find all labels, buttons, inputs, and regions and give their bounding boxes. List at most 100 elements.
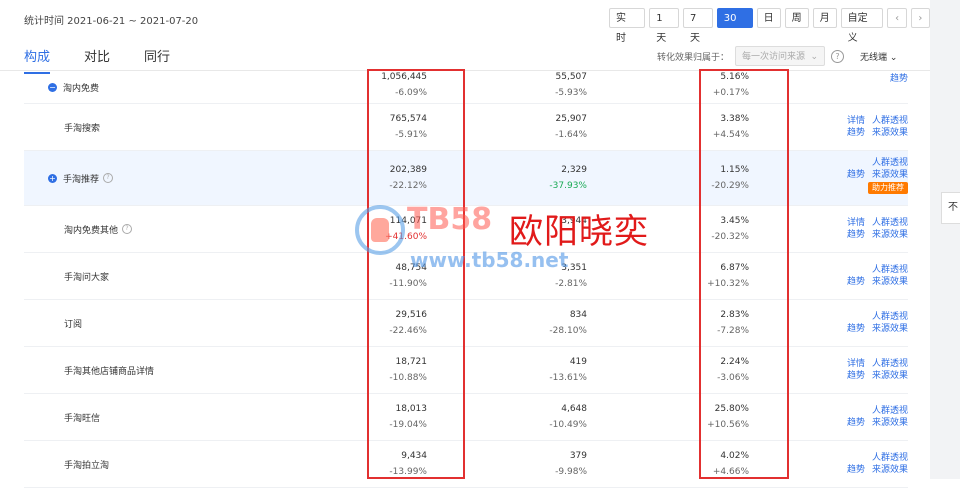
row-name: 手淘旺信 [64,394,100,440]
row-links: 人群透视 趋势 来源效果 [824,405,908,429]
range-week-button[interactable]: 周 [784,8,809,28]
row-name: − 淘内免费 [48,71,99,103]
link-row-top: 详情 人群透视 [824,358,908,370]
metric-change: -2.81% [555,279,587,289]
range-30day-button[interactable]: 30天 [716,8,753,44]
link-row-top: 人群透视 [824,452,908,464]
link-row-bottom: 趋势 来源效果 [824,370,908,382]
link-row-bottom: 趋势 来源效果 [824,127,908,139]
row-link[interactable]: 趋势 [847,169,865,181]
row-name: 手淘其他店铺商品详情 [64,347,154,393]
stat-time: 统计时间 2021-06-21 ~ 2021-07-20 [24,16,199,27]
row-name: + 手淘推荐? [48,151,114,205]
row-link[interactable]: 趋势 [847,127,865,139]
range-7day-button[interactable]: 7天 [683,8,713,44]
row-links: 人群透视 趋势 来源效果 [824,264,908,288]
metric-cell: 55,507 -5.93% [484,69,587,101]
attribution-select-value: 每一次访问来源 [742,52,806,62]
row-links: 人群透视 趋势 来源效果 [824,452,908,476]
link-row-bottom: 趋势 来源效果 [824,229,908,241]
row-link[interactable]: 来源效果 [872,323,908,335]
prev-period-button[interactable]: ‹ [887,8,907,28]
boost-badge[interactable]: 助力推荐 [868,182,908,194]
attribution-label: 转化效果归属于： [657,52,730,63]
row-link[interactable]: 来源效果 [872,276,908,288]
link-row-bottom: 趋势 来源效果 [824,169,908,181]
row-link[interactable]: 来源效果 [872,229,908,241]
metric-cell: 379 -9.98% [484,448,587,480]
watermark-brand: TB58 [407,202,493,237]
badge-wrap: 助力推荐 [824,181,908,194]
row-link[interactable]: 趋势 [847,323,865,335]
metric-cell: 834 -28.10% [484,307,587,339]
metric-value: 25,907 [555,114,588,124]
row-links: 趋势 [824,73,908,85]
next-period-button[interactable]: › [910,8,931,28]
row-name-text: 手淘拍立淘 [64,460,110,471]
help-icon[interactable]: ? [122,224,133,234]
metric-value: 55,507 [555,72,588,82]
device-select[interactable]: 无线端 ⌄ [860,50,897,63]
top-toolbar: 统计时间 2021-06-21 ~ 2021-07-20 实 时 1天 7天 3… [0,0,931,44]
side-float-button[interactable]: 不 [941,192,960,224]
metric-cell: 2,329 -37.93% [484,162,587,194]
row-link[interactable]: 趋势 [890,73,908,85]
attribution-select[interactable]: 每一次访问来源 ⌄ [735,46,826,66]
row-link[interactable]: 人群透视 [872,115,908,127]
row-link[interactable]: 人群透视 [872,311,908,323]
metric-value: 419 [569,357,587,367]
row-link[interactable]: 趋势 [847,229,865,241]
link-row-top: 人群透视 [824,405,908,417]
range-1day-button[interactable]: 1天 [649,8,680,44]
row-link[interactable]: 趋势 [847,370,865,382]
range-custom-button[interactable]: 自定义 [840,8,884,44]
range-buttons: 实 时 1天 7天 30天 日 周 月 自定义 ‹ › [609,8,931,44]
watermark-text: 欧阳晓奕 [509,212,649,252]
row-link[interactable]: 详情 [847,358,865,370]
row-link[interactable]: 来源效果 [872,169,908,181]
metric-change: -1.64% [555,130,587,140]
row-link[interactable]: 趋势 [847,417,865,429]
range-realtime-button[interactable]: 实 时 [609,8,646,44]
help-icon[interactable]: ? [103,173,114,183]
row-link[interactable]: 趋势 [847,464,865,476]
help-icon[interactable]: ? [831,49,845,63]
link-row-bottom: 趋势 来源效果 [824,323,908,335]
row-link[interactable]: 来源效果 [872,464,908,476]
row-links: 人群透视 趋势 来源效果 [824,311,908,335]
watermark-hand-icon [371,218,389,242]
link-row-bottom: 趋势 来源效果 [824,417,908,429]
link-row-bottom: 趋势 来源效果 [824,464,908,476]
row-link[interactable]: 详情 [847,115,865,127]
row-links: 详情 人群透视 趋势 来源效果 [824,358,908,382]
row-link[interactable]: 人群透视 [872,405,908,417]
row-link[interactable]: 人群透视 [872,157,908,169]
annotation-box-left [367,69,465,479]
row-link[interactable]: 来源效果 [872,370,908,382]
metric-change: -9.98% [555,467,587,477]
metric-value: 4,648 [561,404,587,414]
expand-icon[interactable]: + [48,173,57,183]
row-name-text: 订阅 [64,319,83,330]
row-link[interactable]: 来源效果 [872,127,908,139]
row-link[interactable]: 人群透视 [872,264,908,276]
metric-cell: 25,907 -1.64% [484,111,587,143]
metric-cell: 4,648 -10.49% [484,401,587,433]
link-row-top: 详情 人群透视 [824,115,908,127]
range-month-button[interactable]: 月 [812,8,837,28]
row-link[interactable]: 人群透视 [872,358,908,370]
row-name: 手淘搜索 [64,104,100,150]
annotation-box-right [699,69,789,479]
row-name-text: 淘内免费 [63,83,100,94]
row-name-text: 淘内免费其他 [64,225,119,236]
row-link[interactable]: 来源效果 [872,417,908,429]
row-link[interactable]: 详情 [847,217,865,229]
collapse-icon[interactable]: − [48,82,57,92]
attribution-control: 转化效果归属于： 每一次访问来源 ⌄ ? 无线端 ⌄ [657,46,897,66]
row-name: 淘内免费其他? [64,206,133,252]
range-day-button[interactable]: 日 [756,8,781,28]
metric-value: 2,329 [561,165,587,175]
row-link[interactable]: 人群透视 [872,452,908,464]
row-link[interactable]: 趋势 [847,276,865,288]
row-link[interactable]: 人群透视 [872,217,908,229]
